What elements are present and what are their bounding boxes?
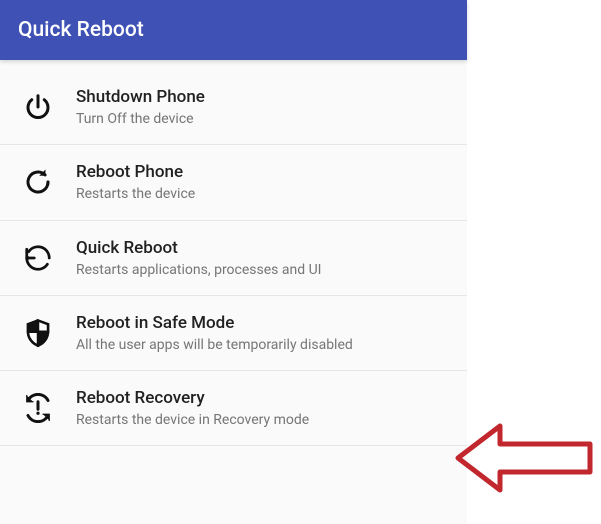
- app-window: Quick Reboot Shutdown Phone Turn Off the…: [0, 0, 467, 524]
- item-subtitle: Turn Off the device: [76, 110, 205, 128]
- app-title: Quick Reboot: [18, 18, 144, 42]
- power-icon: [14, 92, 62, 122]
- restart-icon: [14, 167, 62, 197]
- item-text: Reboot in Safe Mode All the user apps wi…: [62, 312, 353, 354]
- option-list: Shutdown Phone Turn Off the device Reboo…: [0, 60, 467, 446]
- app-header: Quick Reboot: [0, 0, 467, 60]
- item-text: Reboot Recovery Restarts the device in R…: [62, 387, 309, 429]
- item-subtitle: Restarts the device in Recovery mode: [76, 411, 309, 429]
- item-title: Reboot Phone: [76, 161, 195, 183]
- item-subtitle: Restarts the device: [76, 185, 195, 203]
- item-title: Quick Reboot: [76, 237, 321, 259]
- item-reboot-phone[interactable]: Reboot Phone Restarts the device: [0, 145, 467, 220]
- item-reboot-recovery[interactable]: Reboot Recovery Restarts the device in R…: [0, 371, 467, 446]
- item-text: Shutdown Phone Turn Off the device: [62, 86, 205, 128]
- quick-reboot-icon: [14, 243, 62, 273]
- item-title: Reboot in Safe Mode: [76, 312, 353, 334]
- item-shutdown-phone[interactable]: Shutdown Phone Turn Off the device: [0, 74, 467, 145]
- item-reboot-safe-mode[interactable]: Reboot in Safe Mode All the user apps wi…: [0, 296, 467, 371]
- item-text: Reboot Phone Restarts the device: [62, 161, 195, 203]
- item-title: Reboot Recovery: [76, 387, 309, 409]
- recovery-icon: [14, 393, 62, 423]
- item-text: Quick Reboot Restarts applications, proc…: [62, 237, 321, 279]
- annotation-arrow-icon: [452, 418, 601, 498]
- shield-icon: [14, 318, 62, 348]
- item-subtitle: Restarts applications, processes and UI: [76, 261, 321, 279]
- item-quick-reboot[interactable]: Quick Reboot Restarts applications, proc…: [0, 221, 467, 296]
- item-title: Shutdown Phone: [76, 86, 205, 108]
- item-subtitle: All the user apps will be temporarily di…: [76, 336, 353, 354]
